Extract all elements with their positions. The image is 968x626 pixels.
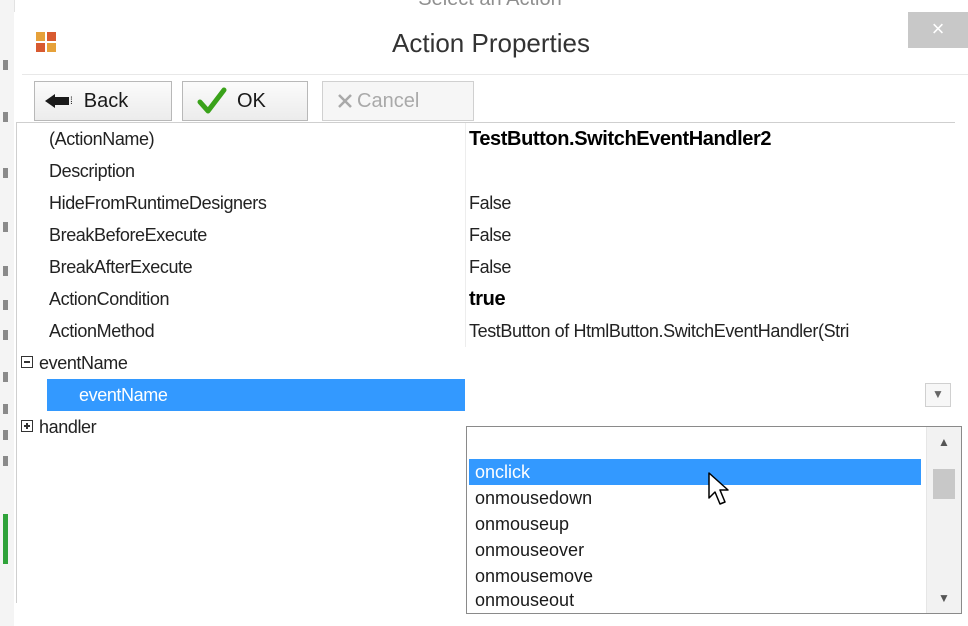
- background-app-strip: [0, 0, 15, 626]
- dropdown-item-onclick[interactable]: onclick: [469, 459, 921, 485]
- property-value[interactable]: [469, 379, 955, 411]
- scroll-up-icon[interactable]: ▲: [927, 427, 961, 457]
- dropdown-item-onmousedown[interactable]: onmousedown: [469, 485, 921, 511]
- close-button[interactable]: ×: [908, 12, 968, 48]
- property-row-event-name[interactable]: eventName ▼: [17, 379, 955, 411]
- event-name-dropdown-list[interactable]: onclick onmousedown onmouseup onmouseove…: [466, 426, 962, 614]
- close-icon: ×: [931, 16, 945, 41]
- strip-mark: [3, 300, 8, 310]
- property-name: HideFromRuntimeDesigners: [49, 193, 267, 213]
- chevron-down-icon: ▼: [932, 387, 944, 401]
- mouse-pointer-icon: [708, 472, 729, 505]
- cross-icon: [338, 94, 352, 108]
- dropdown-item-onmouseup[interactable]: onmouseup: [469, 511, 921, 537]
- dropdown-toggle-button[interactable]: ▼: [925, 383, 951, 407]
- strip-mark: [3, 404, 8, 414]
- title-bar[interactable]: Action Properties ×: [14, 12, 968, 82]
- back-button[interactable]: ⁞ Back: [34, 81, 172, 121]
- strip-mark: [3, 456, 8, 466]
- property-row-break-before[interactable]: BreakBeforeExecute False: [17, 219, 955, 251]
- strip-mark: [3, 330, 8, 340]
- property-value[interactable]: TestButton of HtmlButton.SwitchEventHand…: [469, 315, 955, 347]
- property-value[interactable]: False: [469, 187, 955, 219]
- ok-button-label: OK: [237, 89, 266, 112]
- property-name: Description: [49, 161, 135, 181]
- expand-icon[interactable]: [21, 420, 33, 432]
- strip-mark: [3, 266, 8, 276]
- back-button-label: Back: [83, 89, 129, 112]
- category-name: eventName: [39, 353, 128, 373]
- property-name: (ActionName): [49, 129, 155, 149]
- strip-mark: [3, 112, 8, 122]
- window-title: Action Properties: [392, 28, 590, 58]
- cancel-button-label: Cancel: [357, 89, 420, 112]
- dropdown-item-onmousemove[interactable]: onmousemove: [469, 563, 921, 589]
- property-row-action-name[interactable]: (ActionName) TestButton.SwitchEventHandl…: [17, 123, 955, 155]
- checkmark-icon: [197, 87, 227, 114]
- dropdown-item-onmouseover[interactable]: onmouseover: [469, 537, 921, 563]
- property-value[interactable]: False: [469, 251, 955, 283]
- strip-mark: [3, 372, 8, 382]
- back-arrow-icon: ⁞: [45, 94, 74, 108]
- cancel-button[interactable]: Cancel: [322, 81, 474, 121]
- ok-button[interactable]: OK: [182, 81, 308, 121]
- scroll-down-icon[interactable]: ▼: [927, 583, 961, 613]
- property-value[interactable]: true: [469, 283, 955, 315]
- strip-mark: [3, 430, 8, 440]
- strip-mark: [3, 168, 8, 178]
- property-row-action-method[interactable]: ActionMethod TestButton of HtmlButton.Sw…: [17, 315, 955, 347]
- collapse-icon[interactable]: [21, 356, 33, 368]
- dropdown-scrollbar[interactable]: ▲ ▼: [926, 427, 961, 613]
- property-row-description[interactable]: Description: [17, 155, 955, 187]
- strip-mark: [3, 514, 8, 564]
- scrollbar-thumb[interactable]: [933, 469, 955, 499]
- category-name: handler: [39, 417, 97, 437]
- property-name: eventName: [79, 385, 168, 405]
- property-row-hide-from-runtime[interactable]: HideFromRuntimeDesigners False: [17, 187, 955, 219]
- property-name: ActionCondition: [49, 289, 170, 309]
- property-row-break-after[interactable]: BreakAfterExecute False: [17, 251, 955, 283]
- category-row-event-name[interactable]: eventName: [17, 347, 955, 379]
- property-value[interactable]: [469, 155, 955, 187]
- property-name: ActionMethod: [49, 321, 155, 341]
- background-dialog-title: Select an Action: [380, 0, 600, 10]
- dropdown-item-onmouseout[interactable]: onmouseout: [469, 587, 921, 613]
- strip-mark: [3, 60, 8, 70]
- property-name: BreakAfterExecute: [49, 257, 193, 277]
- property-name: BreakBeforeExecute: [49, 225, 207, 245]
- property-value[interactable]: False: [469, 219, 955, 251]
- property-row-action-condition[interactable]: ActionCondition true: [17, 283, 955, 315]
- property-value[interactable]: TestButton.SwitchEventHandler2: [469, 123, 955, 155]
- strip-mark: [3, 222, 8, 232]
